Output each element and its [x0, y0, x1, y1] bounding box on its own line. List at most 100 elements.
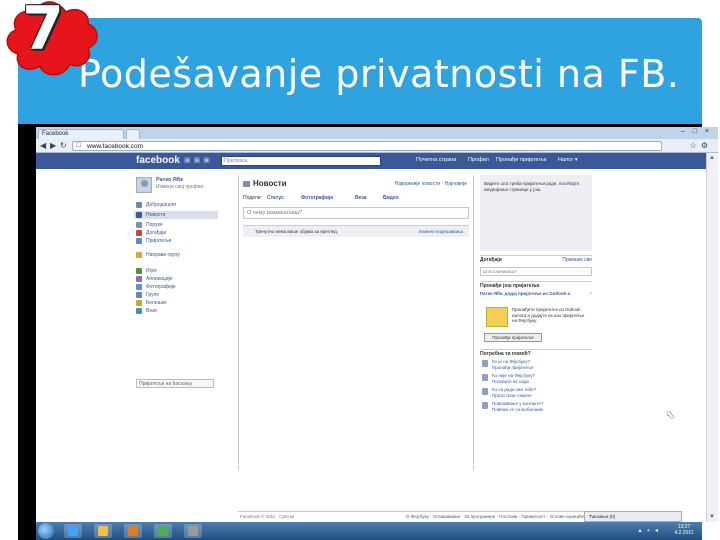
sidebar-item[interactable]: Фотографије: [134, 283, 218, 291]
ie-icon[interactable]: [64, 524, 82, 538]
sidebar-item-icon: [136, 276, 142, 282]
sidebar-item[interactable]: Белешке: [134, 299, 218, 307]
fb-header: facebook ▣▣▣ Претрага Почетна страна Про…: [36, 153, 706, 169]
new-tab-button[interactable]: [126, 129, 140, 139]
scroll-down-icon[interactable]: ▼: [709, 514, 715, 520]
sidebar-item[interactable]: Апликације: [134, 275, 218, 283]
share-status[interactable]: Статус: [267, 195, 284, 201]
find-friends-button[interactable]: Пронађи пријатеље: [484, 333, 542, 342]
mouse-cursor-icon: ⬉: [666, 410, 675, 421]
event-input[interactable]: Шта планираш?: [480, 267, 592, 276]
scroll-up-icon[interactable]: ▲: [709, 155, 715, 161]
share-video[interactable]: Видео: [383, 195, 399, 201]
nav-account[interactable]: Налог ▾: [558, 157, 578, 163]
chat-bar[interactable]: Ћаскање (0): [584, 511, 682, 522]
events-title: Догађаји: [480, 257, 502, 263]
sidebar-item[interactable]: Пријатељи: [134, 237, 218, 245]
sidebar-item-icon: [136, 284, 142, 290]
sidebar-item[interactable]: Новости: [134, 211, 218, 219]
reload-icon[interactable]: ↻: [60, 141, 67, 150]
start-button-icon[interactable]: [38, 523, 54, 539]
avatar[interactable]: [136, 177, 152, 193]
help-question[interactable]: Ко си ради сви тебе?: [492, 387, 536, 393]
suggestion-box: Видите шта треба пријатељи раде, посећај…: [480, 175, 592, 251]
explorer-icon-glyph: [98, 526, 108, 536]
tray-icons[interactable]: ▴ ▪ ◂: [639, 527, 660, 534]
window-controls[interactable]: – □ ×: [681, 128, 712, 135]
sidebar-item-label: Фотографије: [146, 284, 176, 290]
news-sort-links[interactable]: Најважније новости · Најновије: [395, 181, 467, 187]
back-icon[interactable]: ◀: [40, 141, 46, 150]
edit-profile-link[interactable]: Измени свој профил: [156, 184, 204, 190]
toolbar-menu-icons[interactable]: ☆⚙: [690, 141, 712, 150]
sidebar-item-label: Догађаји: [146, 230, 167, 236]
sidebar-item[interactable]: Игре: [134, 267, 218, 275]
nav-find-friends[interactable]: Пронађи пријатеље: [496, 157, 547, 163]
find-friends-title: Пронађи још пријатеља: [480, 283, 540, 289]
share-photo[interactable]: Фотографија: [301, 195, 333, 201]
fb-logo[interactable]: facebook: [136, 155, 180, 166]
events-see-all-link[interactable]: Прикажи све: [562, 257, 592, 263]
sidebar-item-icon: [136, 308, 142, 314]
help-answer-link[interactable]: Прати свои гомиле: [492, 393, 532, 399]
tray-clock[interactable]: 13:27 4.2.2011: [672, 524, 696, 536]
help-question[interactable]: Повезивање у контакте?: [492, 401, 543, 407]
help-answer-link[interactable]: Позовите их сада: [492, 379, 529, 385]
chrome-icon[interactable]: [154, 524, 172, 538]
ie-icon-glyph: [68, 526, 78, 536]
scrollbar[interactable]: ▲ ▼: [706, 153, 718, 522]
badge-number: 7: [22, 0, 64, 64]
share-link[interactable]: Веза: [355, 195, 367, 201]
help-answer-link[interactable]: Пронађи пријатеље: [492, 365, 533, 371]
chat-friends-search[interactable]: Пријатељи на ћаскању: [136, 379, 214, 388]
sidebar-item-label: Везе: [146, 308, 158, 314]
nav-home[interactable]: Почетна страна: [416, 157, 456, 163]
sidebar-item[interactable]: Добродошли: [134, 201, 218, 209]
help-item-icon: [482, 360, 488, 367]
fb-footer: Facebook © 2011 · Српски О Фејсбуку · Ог…: [238, 511, 608, 521]
status-input[interactable]: О чему размишљаш?: [243, 207, 469, 219]
news-empty-message: Тренутно нема више објава за преглед. Из…: [243, 225, 469, 237]
help-question[interactable]: Ко је на Фејсбуку?: [492, 359, 530, 365]
taskbar: ▴ ▪ ◂ 13:27 4.2.2011: [36, 522, 702, 540]
fb-search-input[interactable]: Претрага: [221, 156, 381, 166]
sidebar-item-icon: [136, 238, 142, 244]
news-feed-title: Новости: [243, 179, 287, 188]
fb-notification-icons[interactable]: ▣▣▣: [184, 156, 213, 164]
nav-profile[interactable]: Профил: [468, 157, 489, 163]
events-header: Догађаји Прикажи све: [480, 255, 592, 263]
forward-icon[interactable]: ▶: [50, 141, 56, 150]
friend-suggestion-title[interactable]: Ратко Ябк, додај пријатеље из Outlook-a: [480, 291, 570, 296]
sidebar-item-label: Поруке: [146, 222, 163, 228]
sidebar-item[interactable]: Догађаји: [134, 229, 218, 237]
browser-tab-facebook[interactable]: Facebook: [38, 129, 124, 139]
page-icon: ☐: [76, 143, 82, 149]
sidebar-item-label: Пријатељи: [146, 238, 172, 244]
media-icon[interactable]: [124, 524, 142, 538]
explorer-icon[interactable]: [94, 524, 112, 538]
fb-right-column: Видите шта треба пријатељи раде, посећај…: [480, 175, 594, 495]
app-icon[interactable]: [184, 524, 202, 538]
help-answer-link[interactable]: Повежи се са мобилним: [492, 407, 543, 413]
close-icon[interactable]: ×: [589, 291, 592, 297]
chat-bar-label: Ћаскање (0): [589, 514, 616, 519]
suggestion-text: Видите шта треба пријатељи раде, посећај…: [484, 181, 580, 192]
sidebar-item[interactable]: Групе: [134, 291, 218, 299]
sidebar-item-label: Групе: [146, 292, 160, 298]
slide-title: Podešavanje privatnosti na FB.: [78, 52, 680, 96]
user-name[interactable]: Ратко Ябк: [156, 177, 183, 183]
help-question[interactable]: Ко није на Фејсбуку?: [492, 373, 535, 379]
sidebar-item-label: Направи групу: [146, 252, 180, 258]
sidebar-item-label: Белешке: [146, 300, 167, 306]
slide: Podešavanje privatnosti na FB. 7 Faceboo…: [0, 0, 720, 540]
tab-label: Facebook: [42, 131, 69, 137]
address-bar[interactable]: ☐ www.facebook.com: [72, 141, 662, 151]
help-item-icon: [482, 388, 488, 395]
sidebar-item[interactable]: Везе: [134, 307, 218, 315]
sidebar-item[interactable]: Поруке: [134, 221, 218, 229]
friend-suggestion-desc: Пронађите пријатеље из Outlook налога и …: [512, 307, 585, 323]
edit-settings-link[interactable]: Измени подешавања: [419, 226, 463, 237]
sidebar-item[interactable]: Направи групу: [134, 251, 218, 259]
footer-links[interactable]: О Фејсбуку · Оглашавање · За програмере …: [406, 512, 608, 521]
chrome-icon-glyph: [158, 526, 168, 536]
